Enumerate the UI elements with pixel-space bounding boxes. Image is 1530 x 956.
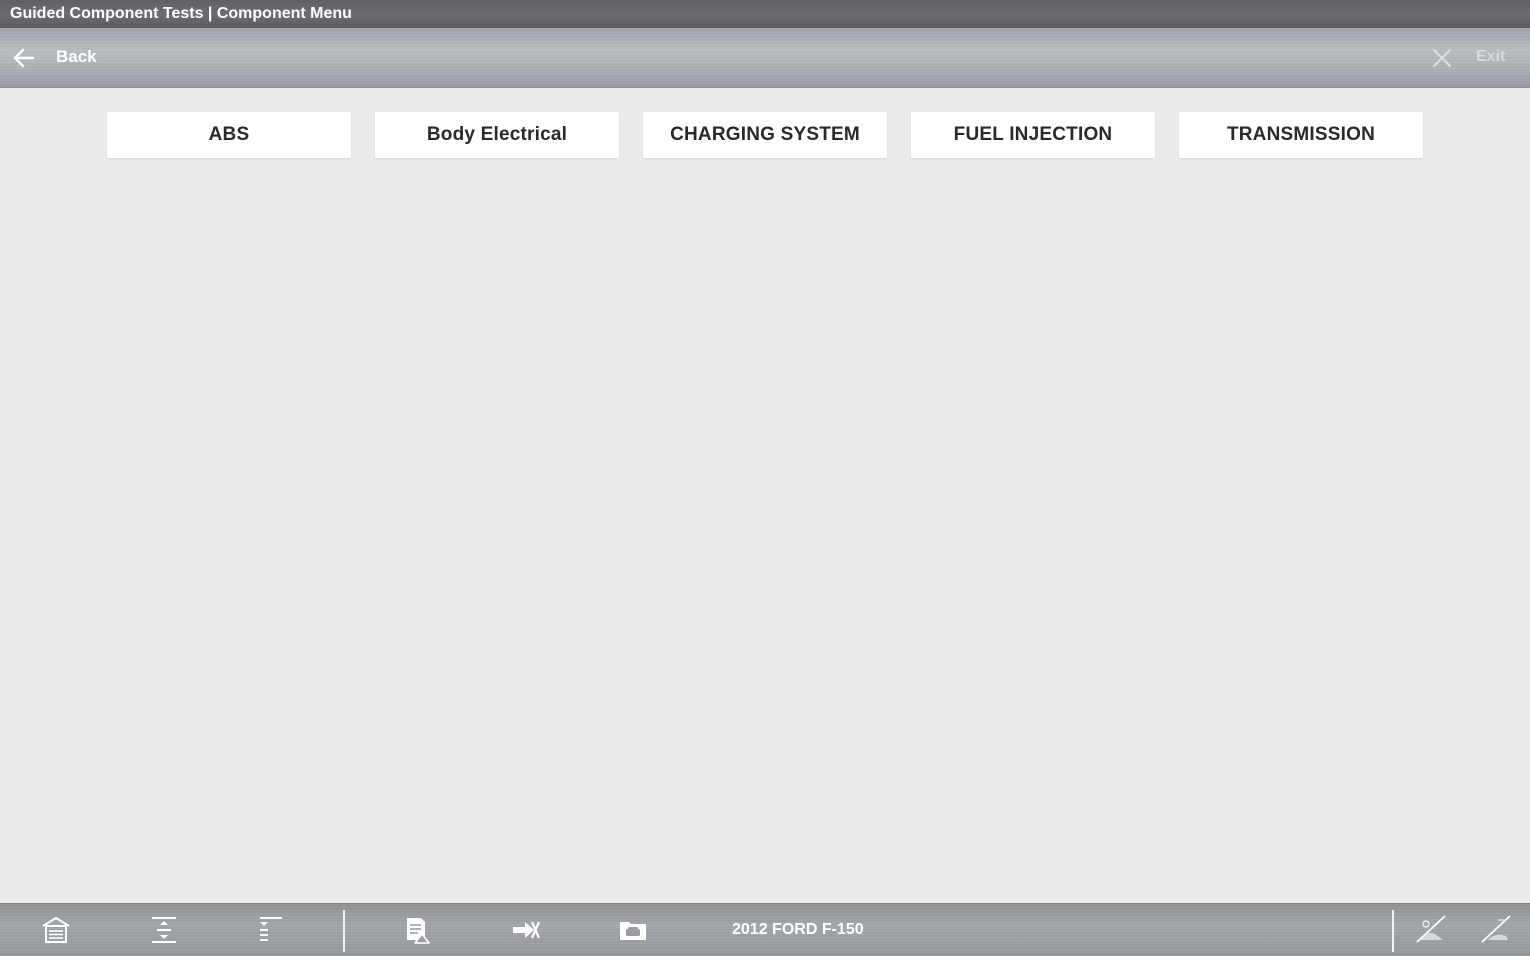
- screen: Guided Component Tests | Component Menu …: [0, 0, 1530, 956]
- exit-button[interactable]: Exit: [1430, 40, 1520, 76]
- back-label: Back: [56, 47, 97, 66]
- vehicle-folder-icon[interactable]: [617, 914, 649, 946]
- scope-disabled-icon[interactable]: [1413, 912, 1449, 948]
- menu-button-transmission[interactable]: TRANSMISSION: [1179, 112, 1423, 158]
- page-title: Guided Component Tests | Component Menu: [10, 5, 352, 22]
- meter-disabled-icon[interactable]: [1478, 912, 1514, 948]
- menu-button-charging-system[interactable]: CHARGING SYSTEM: [643, 112, 887, 158]
- component-menu: ABS Body Electrical CHARGING SYSTEM FUEL…: [107, 112, 1423, 158]
- toolbar-divider-right: [1392, 910, 1394, 952]
- menu-button-body-electrical[interactable]: Body Electrical: [375, 112, 619, 158]
- vehicle-label: 2012 FORD F-150: [732, 921, 864, 938]
- garage-home-icon[interactable]: [40, 914, 72, 946]
- toolbar-divider: [343, 910, 345, 952]
- collapse-list-icon[interactable]: [254, 914, 286, 946]
- close-icon: [1433, 49, 1451, 67]
- arrow-left-icon: [13, 48, 35, 68]
- expand-icon[interactable]: [148, 914, 180, 946]
- title-bar: Guided Component Tests | Component Menu: [0, 0, 1530, 28]
- back-button[interactable]: Back: [8, 40, 108, 76]
- send-to-icon[interactable]: [510, 914, 542, 946]
- report-icon[interactable]: [402, 914, 434, 946]
- nav-toolbar: Back Exit: [0, 28, 1530, 88]
- menu-button-abs[interactable]: ABS: [107, 112, 351, 158]
- bottom-toolbar: 2012 FORD F-150: [0, 903, 1530, 956]
- exit-label: Exit: [1476, 48, 1506, 65]
- menu-button-fuel-injection[interactable]: FUEL INJECTION: [911, 112, 1155, 158]
